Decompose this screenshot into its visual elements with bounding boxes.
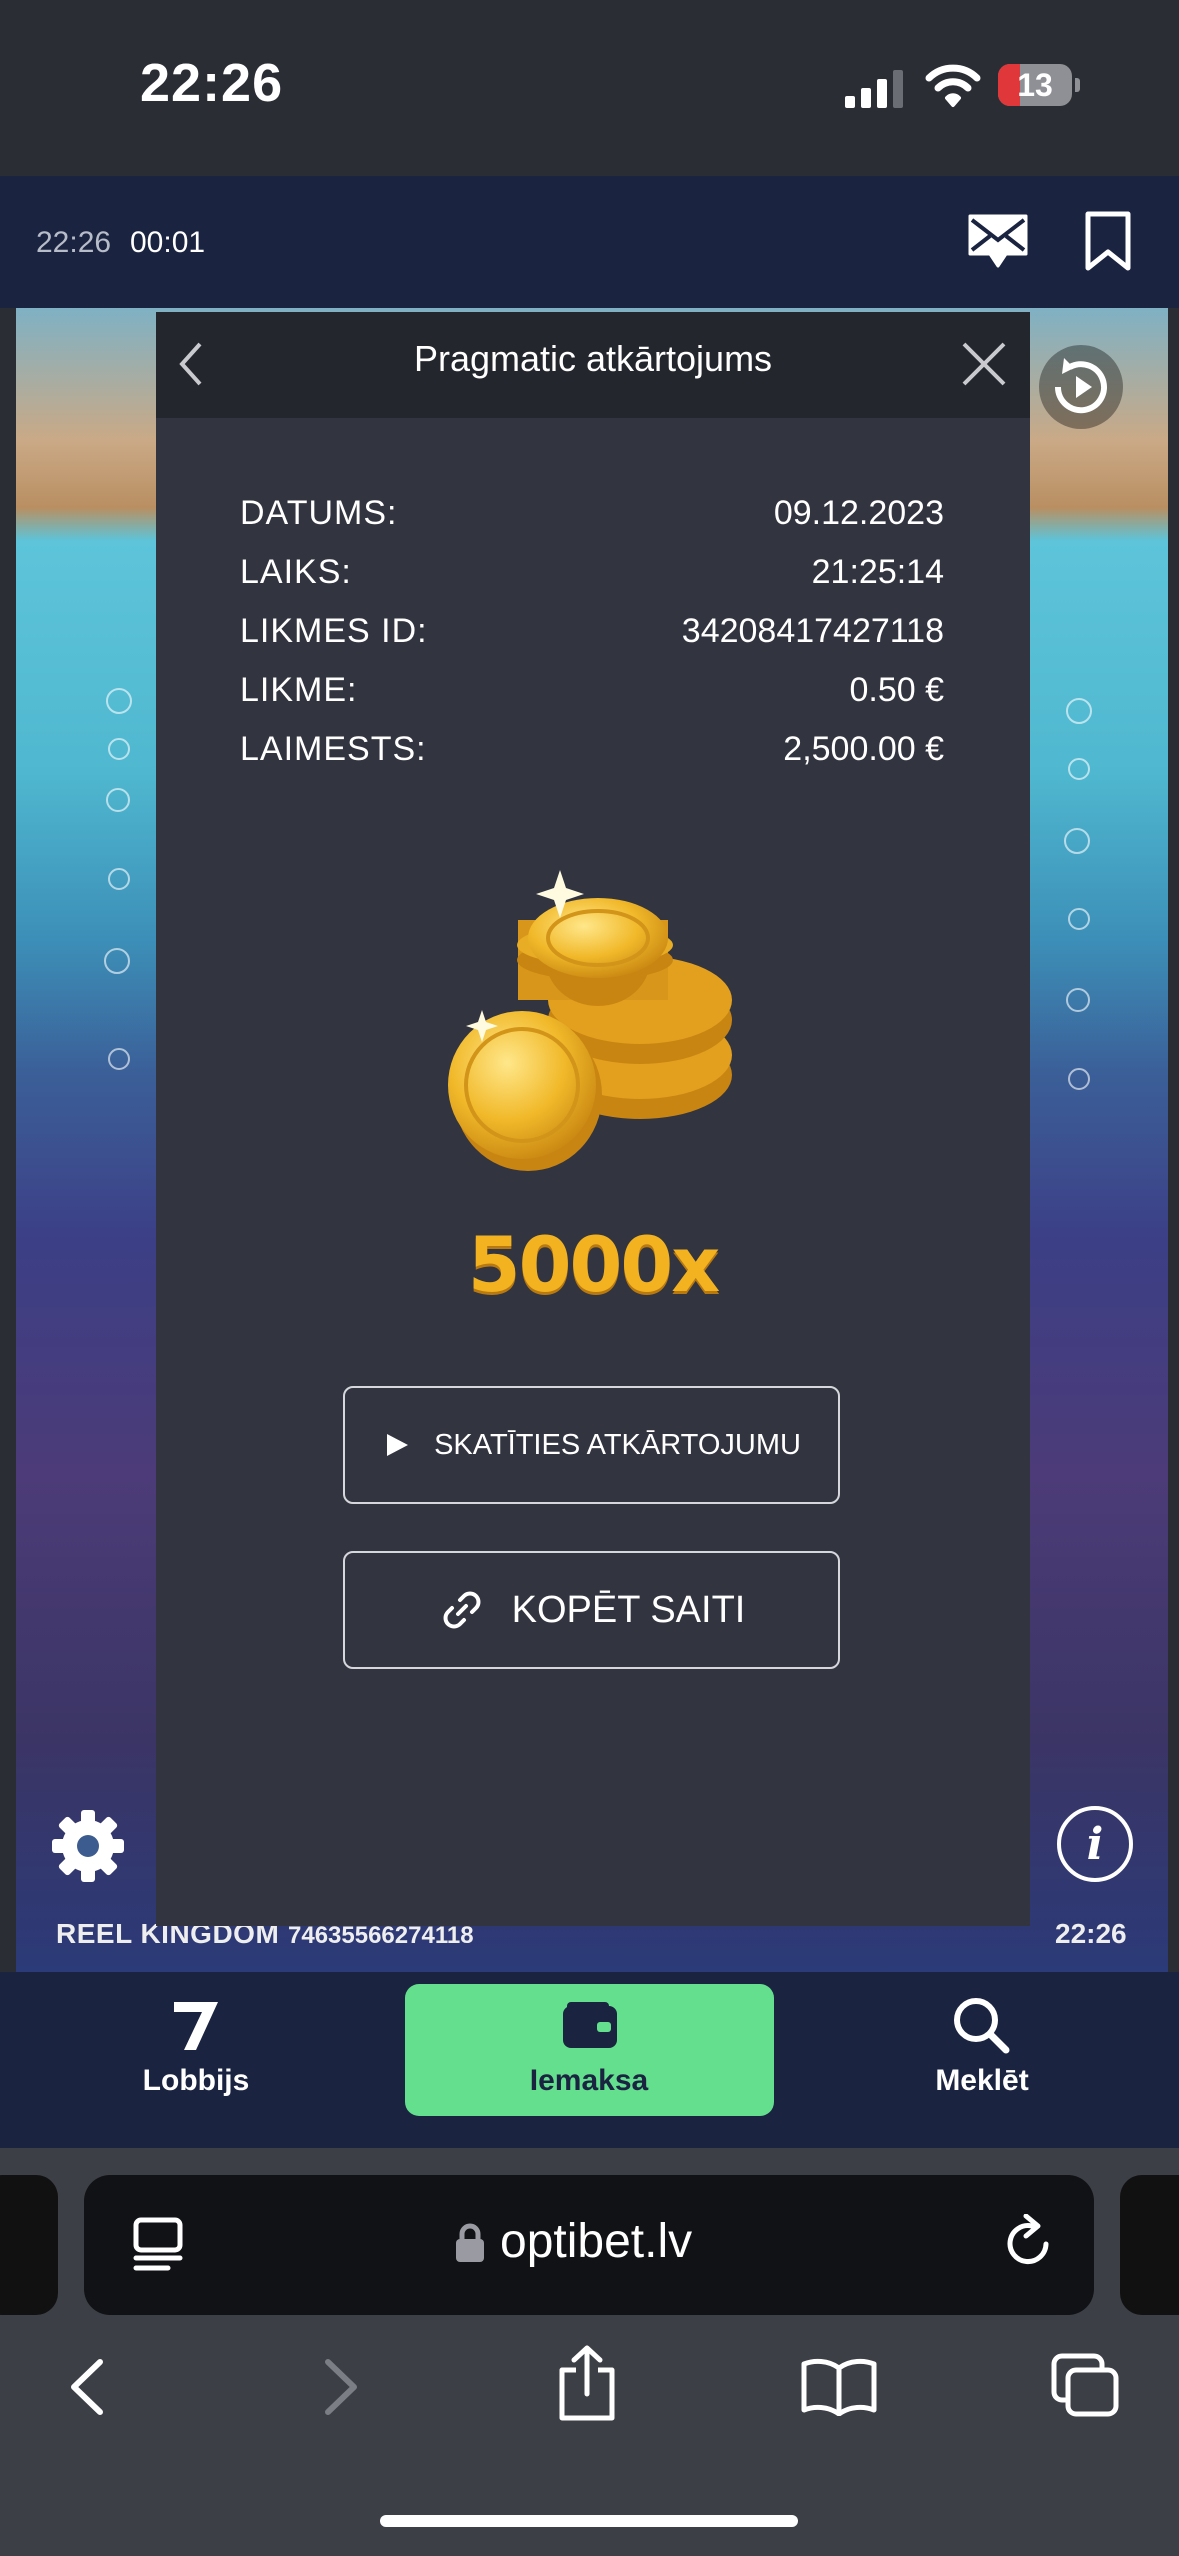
win-multiplier: 5000x — [467, 1220, 721, 1309]
replay-icon[interactable] — [1036, 342, 1126, 432]
detail-value-bet-id: 34208417427118 — [681, 612, 944, 650]
watch-replay-label: SKATĪTIES ATKĀRTOJUMU — [434, 1428, 801, 1461]
lock-icon — [456, 2223, 484, 2262]
nav-item-lobby[interactable]: Lobbijs — [96, 2064, 296, 2098]
detail-label-stake: LIKME: — [240, 671, 358, 709]
bookmarks-book-icon[interactable] — [800, 2356, 878, 2416]
game-time: 22:26 — [1055, 1918, 1127, 1949]
detail-label-win: LAIMESTS: — [240, 730, 427, 768]
status-clock: 22:26 — [140, 53, 284, 113]
detail-value-win: 2,500.00 € — [783, 730, 944, 768]
info-icon[interactable]: i — [1057, 1806, 1133, 1882]
detail-value-date: 09.12.2023 — [773, 494, 944, 532]
nav-item-search[interactable]: Meklēt — [882, 2064, 1082, 2098]
share-icon[interactable] — [554, 2344, 620, 2422]
session-timer: 00:01 — [130, 226, 206, 259]
home-indicator — [380, 2515, 798, 2527]
nav-item-deposit[interactable]: Iemaksa — [489, 2064, 689, 2098]
play-icon — [387, 1434, 409, 1456]
watch-replay-button[interactable]: SKATĪTIES ATKĀRTOJUMU — [343, 1386, 840, 1504]
cellular-signal-icon — [845, 70, 903, 108]
forward-arrow-icon[interactable] — [318, 2356, 364, 2418]
link-icon — [443, 1591, 481, 1629]
previous-tab-preview[interactable] — [0, 2175, 58, 2315]
modal-title: Pragmatic atkārtojums — [413, 338, 773, 379]
reload-icon[interactable] — [1002, 2214, 1056, 2272]
battery-icon: 13 — [998, 64, 1080, 108]
close-icon[interactable] — [958, 338, 1010, 390]
settings-gear-icon[interactable] — [50, 1808, 126, 1884]
gold-coins-icon — [448, 870, 732, 1171]
wallet-icon[interactable] — [561, 2000, 619, 2050]
messages-icon[interactable] — [966, 210, 1030, 272]
detail-label-time: LAIKS: — [240, 553, 352, 591]
tabs-icon[interactable] — [1050, 2352, 1122, 2420]
copy-link-label: KOPĒT SAITI — [511, 1588, 746, 1631]
detail-value-time: 21:25:14 — [811, 553, 944, 591]
copy-link-button[interactable]: KOPĒT SAITI — [343, 1551, 840, 1669]
reader-menu-icon[interactable] — [132, 2216, 186, 2272]
battery-level: 13 — [1017, 67, 1053, 103]
detail-label-date: DATUMS: — [240, 494, 398, 532]
bookmark-icon[interactable] — [1080, 210, 1136, 272]
game-round-id: 74635566274118 — [288, 1922, 474, 1949]
detail-value-stake: 0.50 € — [849, 671, 944, 709]
search-icon[interactable] — [950, 1996, 1014, 2056]
lobby-seven-icon[interactable] — [170, 1998, 222, 2054]
back-arrow-icon[interactable] — [64, 2356, 110, 2418]
detail-label-bet-id: LIKMES ID: — [240, 612, 428, 650]
next-tab-preview[interactable] — [1120, 2175, 1179, 2315]
wifi-icon — [925, 64, 981, 107]
url-text[interactable]: optibet.lv — [500, 2214, 692, 2269]
header-time: 22:26 — [36, 226, 112, 259]
